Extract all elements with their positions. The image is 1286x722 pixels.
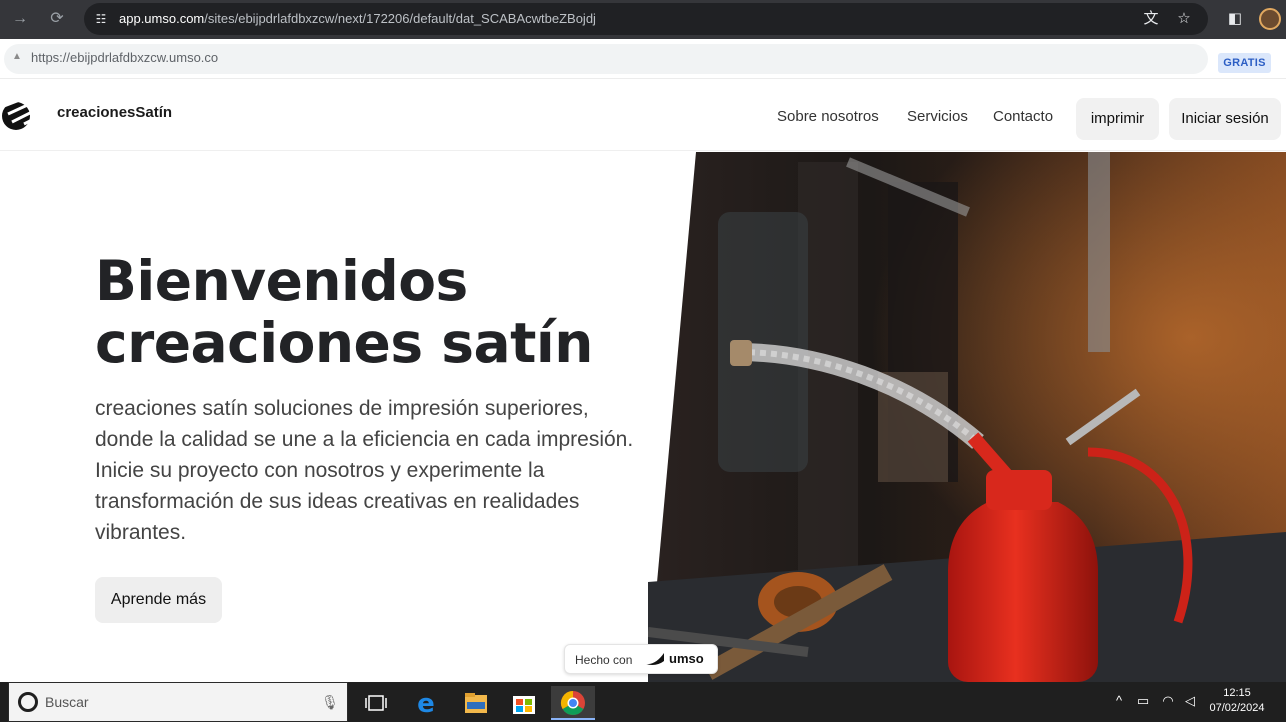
hero-title-line2: creaciones satín <box>95 311 593 375</box>
store-icon[interactable] <box>502 686 546 720</box>
translate-icon[interactable]: 文 <box>1140 8 1162 30</box>
edge-icon[interactable]: e <box>404 686 448 720</box>
system-clock[interactable]: 12:15 07/02/2024 <box>1202 686 1272 716</box>
hero-title: Bienvenidos creaciones satín <box>95 250 655 374</box>
search-placeholder: Buscar <box>45 694 89 710</box>
chrome-icon[interactable] <box>551 686 595 720</box>
site-settings-icon[interactable]: ☷ <box>92 10 110 28</box>
nav-link-about[interactable]: Sobre nosotros <box>777 108 879 125</box>
clock-date: 07/02/2024 <box>1209 702 1265 714</box>
arrow-right-icon[interactable]: → <box>9 8 31 30</box>
battery-icon[interactable]: ▭ <box>1133 690 1153 712</box>
umso-logo-icon <box>646 653 664 665</box>
site-url-bar: ▲ https://ebijpdrlafdbxzcw.umso.co <box>0 39 1286 79</box>
star-icon[interactable]: ☆ <box>1173 8 1195 30</box>
badge-brand: umso <box>669 651 704 666</box>
browser-toolbar: → ⟳ ☷ app.umso.com/sites/ebijpdrlafdbxzc… <box>0 0 1286 39</box>
print-button[interactable]: imprimir <box>1076 98 1159 140</box>
side-panel-icon[interactable]: ◧ <box>1224 8 1246 30</box>
plan-badge[interactable]: GRATIS <box>1218 53 1271 73</box>
cortana-icon[interactable] <box>18 692 38 712</box>
file-explorer-icon[interactable] <box>454 686 498 720</box>
badge-prefix: Hecho con <box>575 653 633 667</box>
clock-time: 12:15 <box>1223 687 1251 699</box>
nav-link-services[interactable]: Servicios <box>907 108 968 125</box>
nav-link-contact[interactable]: Contacto <box>993 108 1053 125</box>
profile-avatar[interactable] <box>1259 8 1281 30</box>
taskbar-search[interactable]: Buscar 🎙 <box>8 682 348 722</box>
hero-description: creaciones satín soluciones de impresión… <box>95 397 634 544</box>
microphone-icon[interactable]: 🎙 <box>321 692 339 712</box>
made-with-umso-badge[interactable]: Hecho con umso <box>564 644 718 674</box>
svg-text:e: e <box>417 689 435 719</box>
lock-icon: ▲ <box>12 51 22 62</box>
brand-name[interactable]: creacionesSatín <box>57 104 172 121</box>
reload-icon[interactable]: ⟳ <box>46 8 68 30</box>
hero-title-line1: Bienvenidos <box>95 249 468 313</box>
hero-image <box>648 152 1286 682</box>
login-button[interactable]: Iniciar sesión <box>1169 98 1281 140</box>
learn-more-button[interactable]: Aprende más <box>95 577 222 623</box>
address-bar[interactable]: ☷ app.umso.com/sites/ebijpdrlafdbxzcw/ne… <box>84 3 1208 35</box>
brand-logo-icon[interactable] <box>0 94 36 132</box>
volume-icon[interactable]: ◁ <box>1180 690 1200 712</box>
wifi-icon[interactable]: ◠ <box>1158 690 1178 712</box>
task-view-icon[interactable] <box>354 686 398 720</box>
site-url[interactable]: https://ebijpdrlafdbxzcw.umso.co <box>31 50 218 65</box>
chevron-up-icon[interactable]: ^ <box>1110 690 1128 712</box>
address-url[interactable]: app.umso.com/sites/ebijpdrlafdbxzcw/next… <box>119 3 596 35</box>
